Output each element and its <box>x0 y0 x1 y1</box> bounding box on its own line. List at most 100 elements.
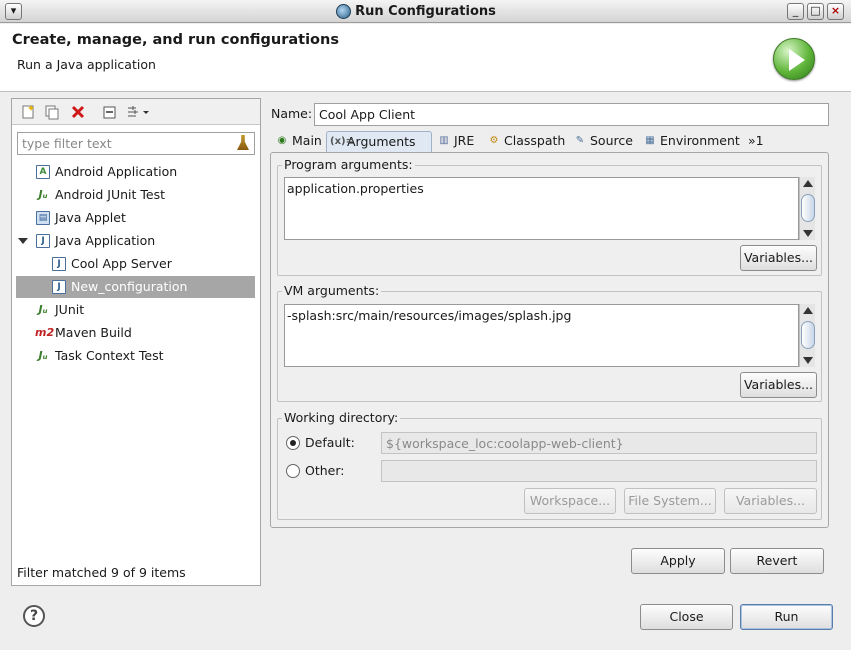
tree-item-task-context-test[interactable]: Jᵤ Task Context Test <box>12 345 260 367</box>
tree-item-label: Java Applet <box>55 210 126 225</box>
more-tabs-label: »1 <box>748 133 764 148</box>
tab-arguments[interactable]: (x)= Arguments <box>326 131 432 153</box>
tree-item-label: Task Context Test <box>55 348 164 363</box>
tree-item-label: Android Application <box>55 164 178 179</box>
tree-item-new-configuration[interactable]: J New_configuration <box>16 276 255 298</box>
filter-icon[interactable] <box>126 104 150 120</box>
tree-item-label: Android JUnit Test <box>55 187 166 202</box>
tab-more[interactable]: »1 <box>746 131 770 153</box>
revert-button[interactable]: Revert <box>730 548 824 574</box>
collapse-all-icon[interactable] <box>102 104 118 120</box>
delete-icon[interactable] <box>70 104 86 120</box>
run-icon <box>773 38 815 80</box>
environment-tab-icon: ▦ <box>645 135 655 146</box>
tab-label: Environment <box>660 133 740 148</box>
tree-item-java-application[interactable]: J Java Application <box>12 230 260 252</box>
java-app-icon: J <box>52 257 66 271</box>
tab-label: Arguments <box>347 134 416 149</box>
working-dir-variables-button[interactable]: Variables... <box>724 488 817 514</box>
junit-icon: Jᵤ <box>38 188 48 201</box>
vm-variables-button[interactable]: Variables... <box>740 372 817 398</box>
scroll-up-icon[interactable] <box>803 307 813 314</box>
tab-label: Source <box>590 133 633 148</box>
tab-main[interactable]: ◉ Main <box>272 131 326 153</box>
dialog-header: Create, manage, and run configurations R… <box>0 24 851 92</box>
vm-arguments-group: VM arguments: -splash:src/main/resources… <box>277 283 822 402</box>
classpath-tab-icon: ⚙ <box>489 135 499 146</box>
default-directory-field: ${workspace_loc:coolapp-web-client} <box>381 432 817 454</box>
default-label: Default: <box>305 435 355 450</box>
minimize-button[interactable]: _ <box>787 3 804 20</box>
filter-status: Filter matched 9 of 9 items <box>17 565 186 580</box>
tab-environment[interactable]: ▦ Environment <box>640 131 740 153</box>
close-button[interactable]: Close <box>640 604 733 630</box>
maven-icon: m2 <box>35 326 55 339</box>
program-arguments-scrollbar[interactable] <box>799 177 815 240</box>
configuration-list-panel: type filter text A Android Application J… <box>11 98 261 586</box>
apply-button[interactable]: Apply <box>631 548 725 574</box>
scroll-down-icon[interactable] <box>803 357 813 364</box>
tab-label: Classpath <box>504 133 566 148</box>
other-radio[interactable] <box>286 464 300 478</box>
clear-filter-icon[interactable] <box>237 135 249 150</box>
arguments-tab-icon: (x)= <box>330 136 354 147</box>
program-arguments-textarea[interactable]: application.properties <box>284 177 799 240</box>
tree-item-cool-app-server[interactable]: J Cool App Server <box>12 253 260 275</box>
left-toolbar <box>12 99 260 125</box>
other-label: Other: <box>305 463 345 478</box>
title-bar: ▾ Run Configurations _ □ × <box>0 0 851 23</box>
duplicate-icon[interactable] <box>44 104 60 120</box>
dialog-title: Create, manage, and run configurations <box>12 32 339 48</box>
help-icon[interactable]: ? <box>23 605 45 627</box>
tree-item-label: Cool App Server <box>71 256 172 271</box>
scroll-down-icon[interactable] <box>803 230 813 237</box>
dialog-subtitle: Run a Java application <box>17 57 156 72</box>
source-tab-icon: ✎ <box>575 135 585 146</box>
android-app-icon: A <box>36 165 50 179</box>
working-directory-label: Working directory: <box>282 410 401 425</box>
task-junit-icon: Jᵤ <box>38 349 48 362</box>
run-button[interactable]: Run <box>740 604 833 630</box>
tab-label: Main <box>292 133 322 148</box>
arguments-tab-panel: Program arguments: application.propertie… <box>270 152 829 528</box>
tab-classpath[interactable]: ⚙ Classpath <box>484 131 566 153</box>
java-app-icon: J <box>52 280 66 294</box>
tab-source[interactable]: ✎ Source <box>570 131 638 153</box>
tab-jre[interactable]: ▥ JRE <box>434 131 482 153</box>
tab-bar: ◉ Main (x)= Arguments ▥ JRE ⚙ Classpath ✎ Sou… <box>270 131 829 153</box>
scroll-up-icon[interactable] <box>803 180 813 187</box>
program-arguments-label: Program arguments: <box>282 157 415 172</box>
tree-item-java-applet[interactable]: ▤ Java Applet <box>12 207 260 229</box>
name-input[interactable]: Cool App Client <box>314 103 829 126</box>
scroll-thumb[interactable] <box>801 321 815 349</box>
tree-item-label: New_configuration <box>71 279 188 294</box>
expand-arrow-icon[interactable] <box>18 238 28 244</box>
close-window-button[interactable]: × <box>827 3 844 20</box>
vm-arguments-scrollbar[interactable] <box>799 304 815 367</box>
vm-arguments-textarea[interactable]: -splash:src/main/resources/images/splash… <box>284 304 799 367</box>
program-variables-button[interactable]: Variables... <box>740 245 817 271</box>
scroll-thumb[interactable] <box>801 194 815 222</box>
main-tab-icon: ◉ <box>277 135 287 146</box>
junit-icon: Jᵤ <box>38 303 48 316</box>
java-applet-icon: ▤ <box>36 211 50 225</box>
default-radio[interactable] <box>286 436 300 450</box>
name-label: Name: <box>271 106 313 121</box>
tree-item-label: JUnit <box>55 302 85 317</box>
file-system-button[interactable]: File System... <box>624 488 716 514</box>
tree-item-junit[interactable]: Jᵤ JUnit <box>12 299 260 321</box>
window-title: Run Configurations <box>355 4 496 19</box>
java-app-icon: J <box>36 234 50 248</box>
other-directory-field[interactable] <box>381 460 817 482</box>
new-config-icon[interactable] <box>20 104 36 120</box>
workspace-button[interactable]: Workspace... <box>524 488 616 514</box>
tree-item-maven-build[interactable]: m2 Maven Build <box>12 322 260 344</box>
tab-label: JRE <box>454 133 475 148</box>
tree-item-android-junit-test[interactable]: Jᵤ Android JUnit Test <box>12 184 260 206</box>
tree-item-label: Maven Build <box>55 325 132 340</box>
vm-arguments-label: VM arguments: <box>282 283 382 298</box>
maximize-button[interactable]: □ <box>807 3 824 20</box>
tree-item-android-application[interactable]: A Android Application <box>12 161 260 183</box>
tree-item-label: Java Application <box>55 233 156 248</box>
jre-tab-icon: ▥ <box>439 135 449 146</box>
